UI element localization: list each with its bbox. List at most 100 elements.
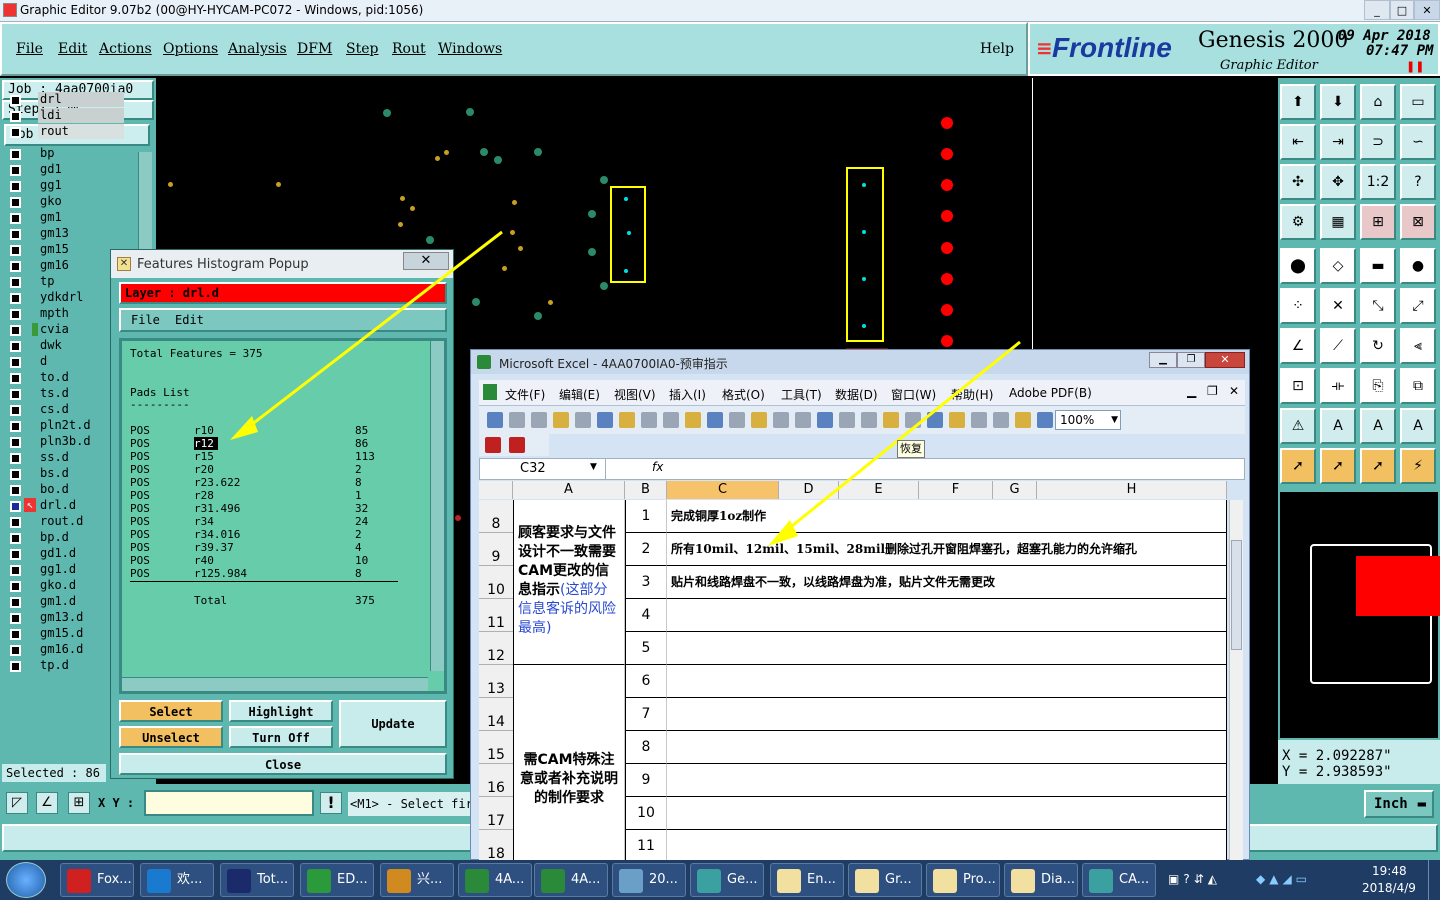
- layer-checkbox[interactable]: [10, 597, 21, 608]
- layer-row[interactable]: bs.d: [8, 466, 124, 482]
- tool-button-icon[interactable]: A: [1400, 408, 1436, 444]
- histogram-sym[interactable]: r125.984: [194, 567, 247, 580]
- tool-button-icon[interactable]: A: [1360, 408, 1396, 444]
- layer-checkbox[interactable]: [10, 405, 21, 416]
- taskbar-button[interactable]: Ge...: [690, 863, 764, 897]
- tool-button-icon[interactable]: ⫷: [1400, 328, 1436, 364]
- layer-row[interactable]: gg1: [8, 178, 124, 194]
- instruction-cell[interactable]: [667, 764, 1227, 797]
- item-number-cell[interactable]: 6: [625, 665, 667, 698]
- menu-edit[interactable]: Edit: [58, 41, 87, 57]
- item-number-cell[interactable]: 4: [625, 599, 667, 632]
- instruction-cell[interactable]: [667, 830, 1227, 863]
- tool-button-icon[interactable]: ✥: [1320, 164, 1356, 200]
- instruction-cell[interactable]: [667, 698, 1227, 731]
- tool-button-icon[interactable]: ⚡: [1400, 448, 1436, 484]
- row-header[interactable]: 12: [479, 632, 513, 665]
- layer-checkbox[interactable]: [10, 181, 21, 192]
- layer-checkbox[interactable]: [10, 645, 21, 656]
- tool-button-icon[interactable]: ⊡: [1280, 368, 1316, 404]
- layer-row[interactable]: pln2t.d: [8, 418, 124, 434]
- tool-button-icon[interactable]: ●: [1400, 248, 1436, 284]
- layer-row[interactable]: mpth: [8, 306, 124, 322]
- start-button[interactable]: [6, 862, 46, 898]
- tool-button-icon[interactable]: ⧉: [1400, 368, 1436, 404]
- layer-row[interactable]: gm15: [8, 242, 124, 258]
- layer-checkbox[interactable]: [10, 437, 21, 448]
- category-cell[interactable]: 需CAM特殊注意或者补充说明的制作要求: [513, 665, 625, 863]
- instruction-cell[interactable]: [667, 731, 1227, 764]
- layer-row[interactable]: d: [8, 354, 124, 370]
- layer-checkbox[interactable]: [10, 127, 21, 138]
- layer-checkbox[interactable]: [10, 421, 21, 432]
- layer-checkbox[interactable]: [10, 501, 21, 512]
- tool-button-icon[interactable]: ∽: [1400, 124, 1436, 160]
- tool-button-icon[interactable]: ⁘: [1280, 288, 1316, 324]
- instruction-cell[interactable]: [667, 665, 1227, 698]
- angle-icon[interactable]: ∠: [36, 792, 58, 814]
- layer-checkbox[interactable]: [10, 325, 21, 336]
- taskbar-button[interactable]: 兴...: [380, 863, 454, 897]
- close-button[interactable]: ✕: [1414, 0, 1440, 20]
- layer-row[interactable]: rout: [8, 124, 124, 140]
- tray-status-icons[interactable]: ◆▲◢▭: [1256, 872, 1336, 888]
- item-number-cell[interactable]: 11: [625, 830, 667, 863]
- histogram-sym[interactable]: r34: [194, 515, 214, 528]
- tool-button-icon[interactable]: ⇥: [1320, 124, 1356, 160]
- layer-checkbox[interactable]: [10, 613, 21, 624]
- grid-icon[interactable]: ⊞: [68, 792, 90, 814]
- histogram-sym[interactable]: r12: [194, 437, 218, 450]
- item-number-cell[interactable]: 2: [625, 533, 667, 566]
- layer-checkbox[interactable]: [10, 277, 21, 288]
- layer-row[interactable]: gd1.d: [8, 546, 124, 562]
- layer-row[interactable]: gm16: [8, 258, 124, 274]
- tray-icons[interactable]: ▣?⇵◭: [1168, 872, 1248, 888]
- item-number-cell[interactable]: 7: [625, 698, 667, 731]
- histogram-vscrollbar[interactable]: [430, 341, 444, 671]
- tool-button-icon[interactable]: ?: [1400, 164, 1436, 200]
- layer-row[interactable]: to.d: [8, 370, 124, 386]
- histogram-sym[interactable]: r20: [194, 463, 214, 476]
- layer-checkbox[interactable]: [10, 629, 21, 640]
- layer-row[interactable]: gko.d: [8, 578, 124, 594]
- tool-button-icon[interactable]: ⇤: [1280, 124, 1316, 160]
- item-number-cell[interactable]: 5: [625, 632, 667, 665]
- layer-row[interactable]: tp: [8, 274, 124, 290]
- histogram-sym[interactable]: r40: [194, 554, 214, 567]
- row-header[interactable]: 13: [479, 665, 513, 698]
- layer-checkbox[interactable]: [10, 165, 21, 176]
- menu-dfm[interactable]: DFM: [297, 41, 332, 57]
- layer-row[interactable]: pln3b.d: [8, 434, 124, 450]
- histogram-sym[interactable]: r15: [194, 450, 214, 463]
- tool-button-icon[interactable]: ⚠: [1280, 408, 1316, 444]
- layer-row[interactable]: gm15.d: [8, 626, 124, 642]
- maximize-button[interactable]: □: [1390, 0, 1414, 20]
- tool-button-icon[interactable]: ⟋: [1320, 328, 1356, 364]
- layer-row[interactable]: bp: [8, 146, 124, 162]
- item-number-cell[interactable]: 8: [625, 731, 667, 764]
- layer-row[interactable]: dwk: [8, 338, 124, 354]
- menu-options[interactable]: Options: [163, 41, 218, 57]
- tool-button-icon[interactable]: ⟛: [1320, 368, 1356, 404]
- layer-row[interactable]: ldi: [8, 108, 124, 124]
- tool-button-icon[interactable]: 1:2: [1360, 164, 1396, 200]
- layer-checkbox[interactable]: [10, 213, 21, 224]
- layer-row[interactable]: gm13.d: [8, 610, 124, 626]
- taskbar-button[interactable]: 20...: [612, 863, 686, 897]
- layer-row[interactable]: ↖ drl.d: [8, 498, 124, 514]
- tool-button-icon[interactable]: ➚: [1280, 448, 1316, 484]
- snap-icon[interactable]: ◸: [6, 792, 28, 814]
- close-popup-button[interactable]: Close: [119, 753, 447, 775]
- layer-checkbox[interactable]: [10, 549, 21, 560]
- layer-checkbox[interactable]: [10, 389, 21, 400]
- tool-button-icon[interactable]: ▬: [1360, 248, 1396, 284]
- instruction-cell[interactable]: 贴片和线路焊盘不一致，以线路焊盘为准，贴片文件无需更改: [667, 566, 1227, 599]
- tool-button-icon[interactable]: ▦: [1320, 204, 1356, 240]
- layer-checkbox[interactable]: [10, 309, 21, 320]
- layer-row[interactable]: tp.d: [8, 658, 124, 674]
- taskbar-button[interactable]: En...: [770, 863, 844, 897]
- tool-button-icon[interactable]: ▭: [1400, 84, 1436, 120]
- layer-checkbox[interactable]: [10, 469, 21, 480]
- update-button[interactable]: Update: [339, 700, 447, 748]
- layer-checkbox[interactable]: [10, 261, 21, 272]
